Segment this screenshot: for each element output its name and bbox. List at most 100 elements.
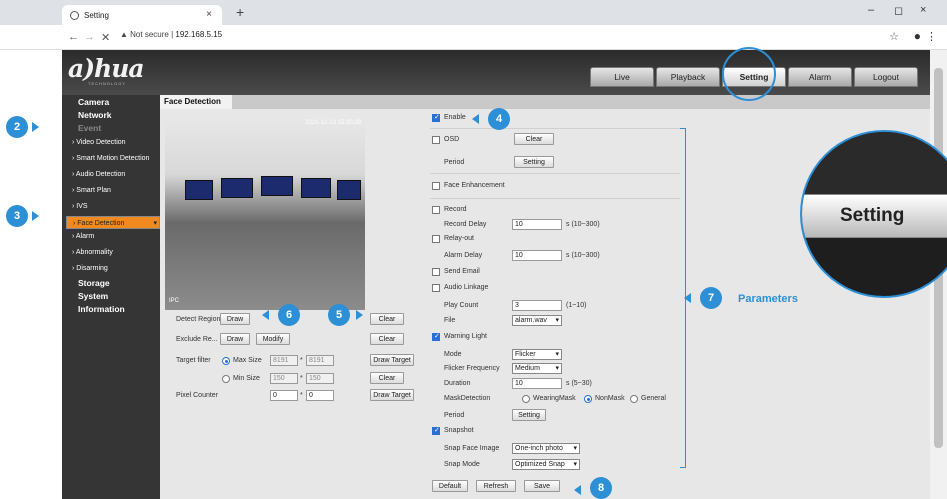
pixel-draw-target-button[interactable]: Draw Target	[370, 389, 414, 401]
alarm-delay-unit: s (10~300)	[566, 252, 600, 259]
sidebar-item-label: Disarming	[76, 265, 108, 272]
min-size-radio[interactable]	[222, 375, 230, 383]
nav-playback[interactable]: Playback	[656, 67, 720, 87]
sidebar-item-storage[interactable]: Storage	[78, 278, 110, 288]
sidebar-item-ivs[interactable]: › IVS	[72, 203, 88, 210]
back-icon[interactable]: ←	[68, 31, 79, 43]
live-video-preview[interactable]: 2021-12-13 15:30:28 IPC	[165, 116, 365, 310]
record-checkbox[interactable]	[432, 206, 440, 214]
nav-alarm[interactable]: Alarm	[788, 67, 852, 87]
minimize-icon[interactable]: –	[868, 4, 874, 16]
bookmark-star-icon[interactable]: ☆	[889, 30, 899, 43]
sidebar-item-smart-plan[interactable]: › Smart Plan	[72, 187, 111, 194]
wearing-mask-radio[interactable]	[522, 395, 530, 403]
general-radio[interactable]	[630, 395, 638, 403]
warning-light-checkbox[interactable]	[432, 332, 440, 341]
sidebar-item-label: Abnormality	[75, 249, 113, 256]
send-email-checkbox[interactable]	[432, 268, 440, 276]
flicker-frequency-select[interactable]: Medium	[512, 363, 562, 374]
record-delay-field[interactable]: 10	[512, 219, 562, 230]
callout-2: 2	[6, 116, 28, 138]
tab-face-detection[interactable]: Face Detection	[160, 95, 232, 109]
url-text: 192.168.5.15	[175, 30, 223, 39]
warning-light-label: Warning Light	[444, 333, 487, 340]
detect-clear-button[interactable]: Clear	[370, 313, 404, 325]
close-tab-icon[interactable]: ×	[206, 9, 212, 20]
duration-field[interactable]: 10	[512, 378, 562, 389]
audio-linkage-checkbox[interactable]	[432, 284, 440, 292]
profile-icon[interactable]: ●	[914, 29, 921, 43]
warning-period-setting-button[interactable]: Setting	[512, 409, 546, 421]
sidebar-item-disarming[interactable]: › Disarming	[72, 265, 108, 272]
pixel-width-field[interactable]: 0	[270, 390, 298, 401]
refresh-button[interactable]: Refresh	[476, 480, 516, 492]
osd-period-label: Period	[444, 159, 465, 166]
nav-live[interactable]: Live	[590, 67, 654, 87]
file-select[interactable]: alarm.wav	[512, 315, 562, 326]
sidebar-item-camera[interactable]: Camera	[78, 97, 109, 107]
reload-icon[interactable]: ✕	[101, 31, 110, 44]
draw-target-button[interactable]: Draw Target	[370, 354, 414, 366]
zoom-source-circle	[722, 47, 776, 101]
enable-checkbox[interactable]	[432, 113, 440, 122]
pixel-height-field[interactable]: 0	[306, 390, 334, 401]
mode-select[interactable]: Flicker	[512, 349, 562, 360]
browser-tab-strip: Setting × + – ◻ ×	[0, 0, 947, 25]
alarm-delay-field[interactable]: 10	[512, 250, 562, 261]
times-symbol: *	[300, 375, 303, 382]
wearing-mask-label: WearingMask	[533, 395, 576, 402]
close-window-icon[interactable]: ×	[920, 4, 926, 16]
times-symbol: *	[300, 357, 303, 364]
sidebar-item-audio-detection[interactable]: › Audio Detection	[72, 171, 125, 178]
max-size-radio[interactable]	[222, 357, 230, 365]
osd-label: OSD	[444, 136, 460, 143]
max-height-field[interactable]: 8191	[306, 355, 334, 366]
sidebar-item-alarm[interactable]: › Alarm	[72, 233, 94, 240]
default-button[interactable]: Default	[432, 480, 468, 492]
relay-out-checkbox[interactable]	[432, 235, 440, 243]
snapshot-checkbox[interactable]	[432, 426, 440, 435]
sidebar-item-label: Smart Plan	[76, 187, 111, 194]
site-icon	[70, 10, 79, 20]
sidebar-item-information[interactable]: Information	[78, 304, 125, 314]
play-count-field[interactable]: 3	[512, 300, 562, 311]
callout-arrow-right	[32, 122, 39, 132]
forward-icon[interactable]: →	[84, 31, 95, 43]
non-mask-radio[interactable]	[584, 395, 592, 403]
sidebar-item-video-detection[interactable]: › Video Detection	[72, 139, 126, 146]
menu-kebab-icon[interactable]: ⋮	[926, 30, 937, 43]
snap-mode-select[interactable]: Optimized Snap	[512, 459, 580, 470]
target-clear-button[interactable]: Clear	[370, 372, 404, 384]
osd-clear-button[interactable]: Clear	[514, 133, 554, 145]
sidebar-item-system[interactable]: System	[78, 291, 108, 301]
osd-period-setting-button[interactable]: Setting	[514, 156, 554, 168]
exclude-draw-button[interactable]: Draw	[220, 333, 250, 345]
sidebar-item-label: Face Detection	[77, 220, 125, 227]
save-button[interactable]: Save	[524, 480, 560, 492]
min-width-field[interactable]: 150	[270, 373, 298, 384]
sidebar-item-abnormality[interactable]: › Abnormality	[72, 249, 113, 256]
sidebar-item-network[interactable]: Network	[78, 110, 112, 120]
exclude-modify-button[interactable]: Modify	[256, 333, 290, 345]
video-monitor	[301, 178, 331, 198]
app-header: a)hua TECHNOLOGY Live Playback Setting A…	[62, 50, 930, 95]
nav-logout[interactable]: Logout	[854, 67, 918, 87]
max-width-field[interactable]: 8191	[270, 355, 298, 366]
maximize-icon[interactable]: ◻	[894, 4, 903, 17]
new-tab-button[interactable]: +	[236, 4, 244, 20]
sidebar-item-event[interactable]: Event	[78, 123, 101, 133]
face-enhancement-checkbox[interactable]	[432, 182, 440, 190]
sidebar-item-face-detection[interactable]: › Face Detection	[66, 216, 160, 230]
min-height-field[interactable]: 150	[306, 373, 334, 384]
url-field[interactable]: ▲ Not secure | 192.168.5.15	[120, 30, 222, 39]
sidebar-item-smart-motion[interactable]: › Smart Motion Detection	[72, 155, 149, 162]
snap-face-image-label: Snap Face Image	[444, 445, 500, 452]
browser-tab[interactable]: Setting ×	[62, 5, 222, 25]
osd-checkbox[interactable]	[432, 136, 440, 144]
exclude-clear-button[interactable]: Clear	[370, 333, 404, 345]
divider	[430, 128, 680, 129]
sidebar-item-label: Smart Motion Detection	[76, 155, 150, 162]
detect-draw-button[interactable]: Draw	[220, 313, 250, 325]
callout-arrow-right	[356, 310, 363, 320]
snap-face-image-select[interactable]: One-inch photo	[512, 443, 580, 454]
